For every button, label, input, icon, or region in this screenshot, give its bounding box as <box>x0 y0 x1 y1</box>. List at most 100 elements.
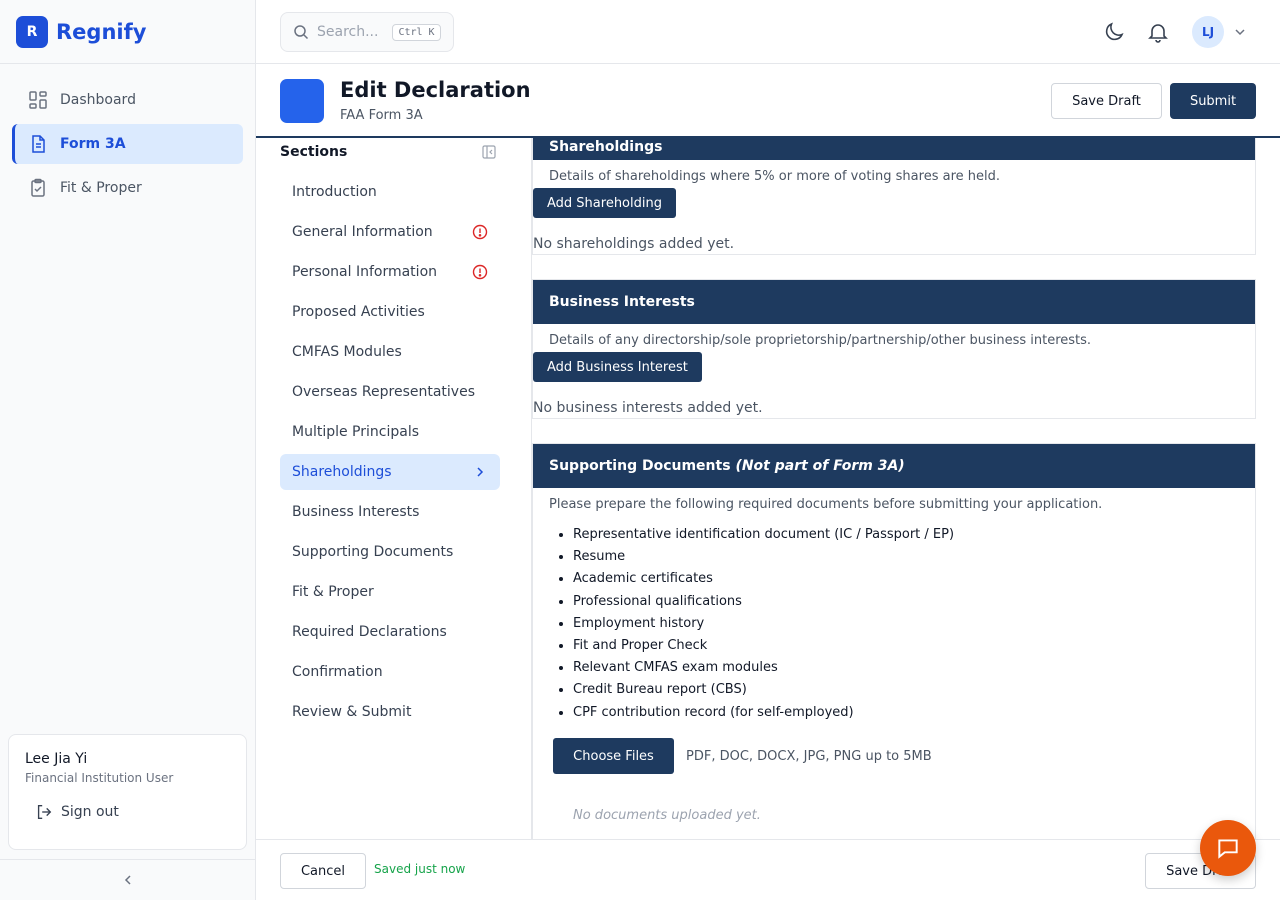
empty-state-text: No documents uploaded yet. <box>573 808 761 823</box>
error-alert-icon <box>472 224 488 240</box>
section-item-business-interests[interactable]: Business Interests <box>280 494 500 530</box>
clipboard-check-icon <box>31 178 45 197</box>
page-title: Edit Declaration <box>340 78 531 102</box>
search-shortcut: Ctrl K <box>392 23 441 41</box>
search-icon <box>294 25 309 40</box>
nav-item-label: Fit & Proper <box>60 180 142 196</box>
section-item-proposed-activities[interactable]: Proposed Activities <box>280 294 500 330</box>
section-item-general-information[interactable]: General Information <box>280 214 500 250</box>
sign-out-label: Sign out <box>61 804 119 820</box>
section-list: Introduction General Information Persona… <box>280 174 500 734</box>
section-item-cmfas-modules[interactable]: CMFAS Modules <box>280 334 500 370</box>
section-item-personal-information[interactable]: Personal Information <box>280 254 500 290</box>
choose-files-button[interactable]: Choose Files <box>553 738 674 774</box>
nav-item-fit-proper[interactable]: Fit & Proper <box>12 168 243 208</box>
app-sidebar: R Regnify Dashboard Form 3A Fit & Proper… <box>0 0 256 900</box>
card-description: Details of shareholdings where 5% or mor… <box>549 169 1000 184</box>
nav-item-label: Dashboard <box>60 92 136 108</box>
upload-hint: PDF, DOC, DOCX, JPG, PNG up to 5MB <box>686 748 932 764</box>
card-heading-title: Supporting Documents <box>549 458 731 474</box>
section-item-fit-proper[interactable]: Fit & Proper <box>280 574 500 610</box>
section-label: Review & Submit <box>292 704 412 720</box>
section-label: Personal Information <box>292 264 438 280</box>
panel-collapse-icon[interactable] <box>482 145 496 159</box>
section-label: General Information <box>292 224 433 240</box>
bell-icon[interactable] <box>1146 20 1170 44</box>
section-item-multiple-principals[interactable]: Multiple Principals <box>280 414 500 450</box>
chat-bubble-icon <box>1218 839 1238 859</box>
section-label: Confirmation <box>292 664 383 680</box>
nav-item-form-3a[interactable]: Form 3A <box>12 124 243 164</box>
cancel-button[interactable]: Cancel <box>280 853 366 889</box>
section-label: Multiple Principals <box>292 424 420 440</box>
list-item: Academic certificates <box>573 568 954 590</box>
chevron-down-icon[interactable] <box>1232 24 1248 40</box>
list-item: Representative identification document (… <box>573 524 954 546</box>
section-item-supporting-documents[interactable]: Supporting Documents <box>280 534 500 570</box>
section-label: CMFAS Modules <box>292 344 402 360</box>
save-status: Saved just now <box>374 862 466 876</box>
document-icon <box>32 135 45 153</box>
section-label: Required Declarations <box>292 624 447 640</box>
submit-button[interactable]: Submit <box>1170 83 1256 119</box>
card-heading: Supporting Documents (Not part of Form 3… <box>533 444 1255 488</box>
list-item: CPF contribution record (for self-employ… <box>573 702 954 724</box>
add-business-interest-button[interactable]: Add Business Interest <box>533 352 702 382</box>
save-draft-button[interactable]: Save Draft <box>1051 83 1162 119</box>
section-label: Fit & Proper <box>292 584 374 600</box>
section-label: Supporting Documents <box>292 544 454 560</box>
brand-logo-icon: R <box>16 15 48 48</box>
error-alert-icon <box>472 264 488 280</box>
section-label: Shareholdings <box>292 464 392 480</box>
required-documents-list: Representative identification document (… <box>573 524 954 724</box>
brand[interactable]: R Regnify <box>0 0 255 64</box>
card-heading: Business Interests <box>533 280 1255 324</box>
section-item-confirmation[interactable]: Confirmation <box>280 654 500 690</box>
sections-title: Sections <box>280 144 348 160</box>
form-content[interactable]: Shareholdings Details of shareholdings w… <box>532 138 1280 839</box>
search-placeholder: Search... <box>317 24 379 40</box>
logout-icon <box>37 805 52 819</box>
section-item-shareholdings[interactable]: Shareholdings <box>280 454 500 490</box>
card-heading-note: (Not part of Form 3A) <box>735 458 905 474</box>
avatar[interactable]: LJ <box>1192 16 1224 48</box>
sidebar-collapse-button[interactable] <box>0 859 255 900</box>
user-card: Lee Jia Yi Financial Institution User Si… <box>8 734 247 850</box>
sign-out-button[interactable]: Sign out <box>25 803 230 821</box>
list-item: Employment history <box>573 613 954 635</box>
dashboard-grid-icon <box>29 91 47 109</box>
sections-panel: Sections Introduction General Informatio… <box>256 138 532 839</box>
empty-state-text: No business interests added yet. <box>533 400 763 416</box>
page-subtitle: FAA Form 3A <box>340 108 423 123</box>
section-item-required-declarations[interactable]: Required Declarations <box>280 614 500 650</box>
chevron-left-icon <box>124 875 131 885</box>
empty-state-text: No shareholdings added yet. <box>533 236 735 252</box>
nav-item-dashboard[interactable]: Dashboard <box>12 80 243 120</box>
section-label: Overseas Representatives <box>292 384 475 400</box>
card-description: Please prepare the following required do… <box>549 497 1103 512</box>
chat-button[interactable] <box>1200 820 1256 876</box>
card-heading: Shareholdings <box>533 138 1255 160</box>
moon-icon[interactable] <box>1102 20 1126 44</box>
section-label: Introduction <box>292 184 377 200</box>
add-shareholding-button[interactable]: Add Shareholding <box>533 188 676 218</box>
section-item-introduction[interactable]: Introduction <box>280 174 500 210</box>
user-role: Financial Institution User <box>25 771 174 785</box>
nav-item-label: Form 3A <box>60 136 126 152</box>
form-icon <box>280 79 324 123</box>
section-label: Business Interests <box>292 504 420 520</box>
list-item: Professional qualifications <box>573 591 954 613</box>
brand-name: Regnify <box>56 19 147 44</box>
list-item: Credit Bureau report (CBS) <box>573 679 954 701</box>
section-item-overseas-representatives[interactable]: Overseas Representatives <box>280 374 500 410</box>
section-item-review-submit[interactable]: Review & Submit <box>280 694 500 730</box>
top-bar: Search... Ctrl K LJ <box>256 0 1280 64</box>
list-item: Resume <box>573 546 954 568</box>
page-header: Edit Declaration FAA Form 3A Save Draft … <box>256 64 1280 138</box>
section-label: Proposed Activities <box>292 304 425 320</box>
main-nav: Dashboard Form 3A Fit & Proper <box>0 64 255 228</box>
list-item: Fit and Proper Check <box>573 635 954 657</box>
upload-row: Choose Files PDF, DOC, DOCX, JPG, PNG up… <box>553 738 932 774</box>
supporting-documents-card: Supporting Documents (Not part of Form 3… <box>532 443 1256 839</box>
search-input[interactable]: Search... Ctrl K <box>280 12 454 52</box>
